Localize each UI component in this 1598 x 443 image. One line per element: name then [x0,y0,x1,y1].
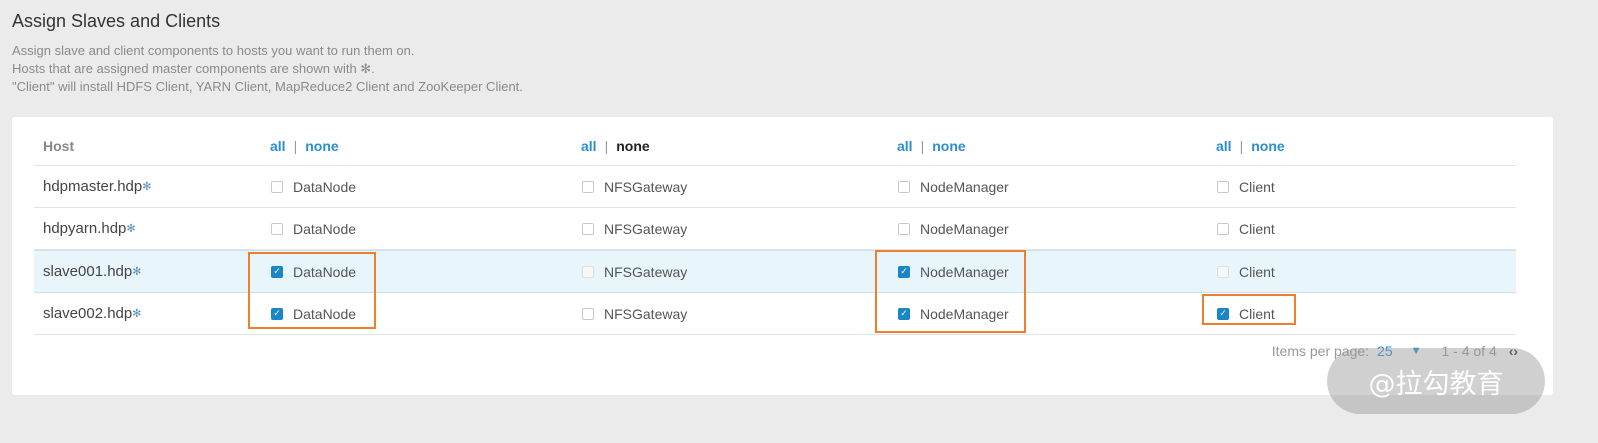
component-label: NFSGateway [604,220,688,237]
nodemanager-option[interactable]: ✓ NodeManager [897,293,1009,334]
table-row: slave002.hdp ✻ ✓ DataNode NFSGateway ✓ Node… [34,293,1516,335]
datanode-column-selector: all | none [270,127,339,165]
selector-separator: | [920,138,925,154]
master-component-icon: ✻ [132,308,142,320]
component-label: NFSGateway [604,305,688,322]
table-row: hdpmaster.hdp ✻ DataNode NFSGateway NodeM… [34,166,1516,208]
datanode-option[interactable]: ✓ DataNode [270,293,356,334]
component-label: Client [1239,305,1275,322]
nodemanager-checkbox[interactable] [898,180,910,193]
host-name: slave001.hdp [43,263,133,280]
nfsgateway-checkbox[interactable] [582,180,594,193]
component-label: NFSGateway [604,263,688,280]
component-label: NodeManager [920,263,1009,280]
datanode-option[interactable]: DataNode [270,208,356,249]
nfsgateway-checkbox[interactable] [582,307,594,320]
nodemanager-checkbox[interactable]: ✓ [898,265,910,278]
page-title: Assign Slaves and Clients [12,11,221,31]
component-label: Client [1239,263,1275,280]
component-label: DataNode [293,305,357,322]
datanode-select-all-link[interactable]: all [270,138,286,154]
nfsgateway-column-selector: all | none [581,127,650,165]
selector-separator: | [604,138,609,154]
host-name: hdpyarn.hdp [43,220,127,237]
table-row: hdpyarn.hdp ✻ DataNode NFSGateway NodeMan… [34,208,1516,250]
host-name: slave002.hdp [43,305,133,322]
nodemanager-option[interactable]: NodeManager [897,208,1009,249]
assignment-panel: Host all | none all | none all | none al… [12,117,1553,395]
client-checkbox[interactable] [1217,265,1229,278]
host-name: hdpmaster.hdp [43,178,143,195]
nfsgateway-checkbox[interactable] [582,265,594,278]
description-line-2: Hosts that are assigned master component… [12,61,375,76]
component-label: Client [1239,220,1275,237]
component-label: NodeManager [920,220,1009,237]
component-label: Client [1239,178,1275,195]
host-column-header: Host [43,138,75,154]
component-label: NodeManager [920,178,1009,195]
datanode-checkbox[interactable] [271,180,283,193]
nodemanager-select-none-link[interactable]: none [932,138,965,154]
client-option[interactable]: Client [1216,166,1275,207]
component-label: DataNode [293,220,357,237]
table-header-row: Host all | none all | none all | none al… [34,127,1516,166]
nodemanager-checkbox[interactable]: ✓ [898,307,910,320]
selector-separator: | [293,138,298,154]
nfsgateway-select-all-link[interactable]: all [581,138,597,154]
client-option[interactable]: Client [1216,251,1275,292]
table-row: slave001.hdp ✻ ✓ DataNode NFSGateway ✓ Node… [34,250,1516,293]
nfsgateway-checkbox[interactable] [582,222,594,235]
client-checkbox[interactable] [1217,222,1229,235]
component-label: NFSGateway [604,178,688,195]
selector-separator: | [1239,138,1244,154]
client-option[interactable]: ✓ Client [1216,293,1275,334]
component-label: DataNode [293,178,357,195]
client-checkbox[interactable] [1217,180,1229,193]
datanode-checkbox[interactable]: ✓ [271,307,283,320]
nodemanager-option[interactable]: NodeManager [897,166,1009,207]
client-select-none-link[interactable]: none [1251,138,1284,154]
master-component-icon: ✻ [126,223,136,235]
datanode-option[interactable]: ✓ DataNode [270,251,356,292]
client-select-all-link[interactable]: all [1216,138,1232,154]
component-label: NodeManager [920,305,1009,322]
datanode-checkbox[interactable]: ✓ [271,265,283,278]
component-label: DataNode [293,263,357,280]
nfsgateway-option[interactable]: NFSGateway [581,251,687,292]
nodemanager-column-selector: all | none [897,127,966,165]
client-column-selector: all | none [1216,127,1285,165]
datanode-select-none-link[interactable]: none [305,138,338,154]
nfsgateway-option[interactable]: NFSGateway [581,293,687,334]
datanode-option[interactable]: DataNode [270,166,356,207]
nodemanager-option[interactable]: ✓ NodeManager [897,251,1009,292]
description-line-3: "Client" will install HDFS Client, YARN … [12,79,523,94]
datanode-checkbox[interactable] [271,222,283,235]
assignment-table: Host all | none all | none all | none al… [34,127,1516,335]
nfsgateway-select-none-link[interactable]: none [616,138,649,154]
nfsgateway-option[interactable]: NFSGateway [581,166,687,207]
page-description: Assign slave and client components to ho… [12,42,523,96]
master-component-icon: ✻ [142,181,152,193]
nfsgateway-option[interactable]: NFSGateway [581,208,687,249]
description-line-1: Assign slave and client components to ho… [12,43,415,58]
client-option[interactable]: Client [1216,208,1275,249]
client-checkbox[interactable]: ✓ [1217,307,1229,320]
nodemanager-select-all-link[interactable]: all [897,138,913,154]
nodemanager-checkbox[interactable] [898,222,910,235]
watermark-logo: @拉勾教育 [1327,348,1545,414]
master-component-icon: ✻ [132,266,142,278]
